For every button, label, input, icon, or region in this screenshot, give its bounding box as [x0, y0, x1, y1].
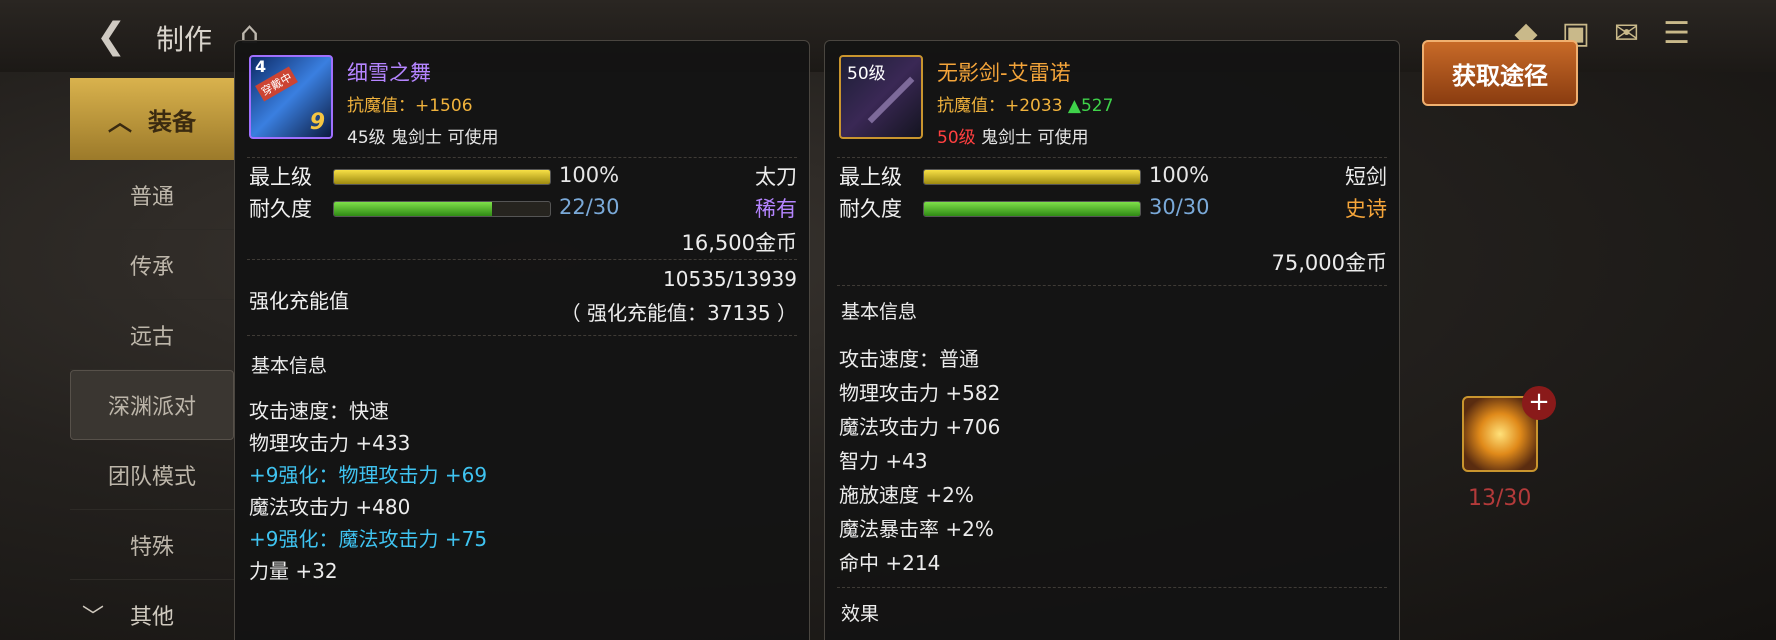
item-icon-sword: 4 穿戴中 9 — [249, 55, 333, 139]
item-name: 无影剑-艾雷诺 — [937, 61, 1071, 85]
item-tooltip-compare: 50级 无影剑-艾雷诺 抗魔值：+2033 ▲527 50级 鬼剑士 可使用 最… — [824, 40, 1400, 640]
divider — [247, 335, 797, 336]
durability-bar — [923, 201, 1141, 217]
sidebar-other-label: 其他 — [130, 605, 175, 630]
grade-label: 最上级 — [249, 165, 312, 189]
stat-line: 攻击速度：普通 — [839, 347, 979, 371]
grade-bar — [923, 169, 1141, 185]
enhance-level: 9 — [309, 110, 325, 135]
grade-bar-fill — [924, 170, 1140, 184]
required-class: 鬼剑士 可使用 — [391, 128, 499, 148]
add-material-icon[interactable]: + — [1522, 386, 1556, 420]
required-class: 鬼剑士 可使用 — [981, 128, 1089, 148]
basic-info-heading: 基本信息 — [841, 301, 918, 323]
sidebar-item-ancient[interactable]: 远古 — [70, 300, 234, 370]
stat-line: +9强化：物理攻击力 +69 — [249, 463, 488, 487]
required-level: 45级 — [347, 128, 386, 148]
durability-label: 耐久度 — [839, 197, 902, 221]
durability-value: 30/30 — [1149, 195, 1210, 219]
stat-line: 魔法攻击力 +706 — [839, 415, 1001, 439]
divider — [247, 259, 797, 260]
sidebar-item-normal[interactable]: 普通 — [70, 160, 234, 230]
usable-requirement: 50级 鬼剑士 可使用 — [937, 123, 1088, 148]
weapon-type: 短剑 — [1345, 165, 1387, 189]
sidebar-item-legacy[interactable]: 传承 — [70, 230, 234, 300]
stat-line: 魔法攻击力 +480 — [249, 495, 411, 519]
item-price: 75,000金币 — [1271, 251, 1387, 275]
mail-icon[interactable]: ✉ — [1614, 16, 1639, 51]
weapon-type: 太刀 — [755, 165, 797, 189]
page-title: 制作 — [156, 23, 213, 56]
durability-bar-fill — [924, 202, 1140, 216]
grade-bar — [333, 169, 551, 185]
divider — [837, 587, 1387, 588]
sidebar-item-raid[interactable]: 团队模式 — [70, 440, 234, 510]
icon-level: 50级 — [847, 64, 886, 84]
stat-line: 力量 +32 — [249, 559, 338, 583]
arrow-left-icon[interactable]: ❮ — [96, 16, 126, 57]
chat-icon[interactable]: ☰ — [1663, 16, 1690, 51]
sidebar-item-abyss-party[interactable]: 深渊派对 — [70, 370, 234, 440]
durability-bar — [333, 201, 551, 217]
enhance-total: （ 强化充能值：37135 ） — [560, 301, 797, 325]
divider — [247, 157, 797, 158]
item-price: 16,500金币 — [681, 231, 797, 255]
icon-level: 4 — [255, 57, 267, 76]
rarity-label: 稀有 — [755, 197, 797, 221]
obtain-source-button[interactable]: 获取途径 — [1422, 40, 1578, 106]
stat-line: +9强化：魔法攻击力 +75 — [249, 527, 488, 551]
chevron-down-icon: ﹀ — [82, 605, 105, 630]
sidebar-head-label: 装备 — [148, 107, 196, 136]
stat-line: 魔法暴击率 +2% — [839, 517, 994, 541]
stat-line: 攻击速度：快速 — [249, 399, 389, 423]
item-name: 细雪之舞 — [347, 61, 431, 85]
stat-line: 命中 +214 — [839, 551, 941, 575]
durability-label: 耐久度 — [249, 197, 312, 221]
material-count: 13/30 — [1468, 486, 1532, 511]
stat-line: 施放速度 +2% — [839, 483, 974, 507]
divider — [837, 285, 1387, 286]
item-tooltip-equipped: 4 穿戴中 9 细雪之舞 抗魔值：+1506 45级 鬼剑士 可使用 最上级 1… — [234, 40, 810, 640]
usable-requirement: 45级 鬼剑士 可使用 — [347, 123, 498, 148]
grade-percent: 100% — [559, 163, 620, 187]
grade-percent: 100% — [1149, 163, 1210, 187]
durability-value: 22/30 — [559, 195, 620, 219]
enhance-value: 10535/13939 — [663, 267, 797, 291]
magic-resist-up: ▲527 — [1067, 96, 1114, 116]
grade-label: 最上级 — [839, 165, 902, 189]
sidebar-head-equipment[interactable]: ︿ 装备 — [70, 78, 234, 160]
rarity-label: 史诗 — [1345, 197, 1387, 221]
enhance-label: 强化充能值 — [249, 289, 349, 313]
sidebar-item-special[interactable]: 特殊 — [70, 510, 234, 580]
sidebar: ︿ 装备 普通 传承 远古 深渊派对 团队模式 特殊 ﹀ 其他 — [70, 78, 234, 640]
magic-resist: 抗魔值：+2033 ▲527 — [937, 91, 1113, 116]
chevron-up-icon: ︿ — [108, 107, 132, 136]
stat-line: 物理攻击力 +582 — [839, 381, 1001, 405]
durability-bar-fill — [334, 202, 493, 216]
magic-resist: 抗魔值：+1506 — [347, 96, 473, 116]
grade-bar-fill — [334, 170, 550, 184]
basic-info-heading: 基本信息 — [251, 355, 328, 377]
stat-line: 智力 +43 — [839, 449, 928, 473]
item-icon-dagger: 50级 — [839, 55, 923, 139]
effect-heading: 效果 — [841, 603, 880, 625]
required-level: 50级 — [937, 128, 976, 148]
stat-line: 物理攻击力 +433 — [249, 431, 411, 455]
divider — [837, 157, 1387, 158]
sidebar-item-other[interactable]: ﹀ 其他 — [70, 580, 234, 640]
magic-resist-value: 抗魔值：+2033 — [937, 96, 1063, 116]
